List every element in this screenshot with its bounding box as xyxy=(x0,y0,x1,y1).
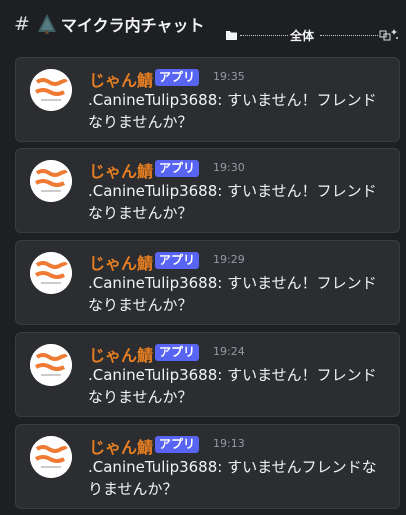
message-content: .CanineTulip3688: すいません！フレンドなりませんか？ xyxy=(88,91,377,131)
app-badge: アプリ xyxy=(155,252,200,269)
message-timestamp: 19:13 xyxy=(213,437,245,450)
message-username[interactable]: じゃん鯖 xyxy=(89,158,153,182)
message-username[interactable]: じゃん鯖 xyxy=(89,250,153,274)
server-logo-avatar[interactable] xyxy=(30,69,72,111)
app-badge: アプリ xyxy=(155,436,200,453)
message-timestamp: 19:35 xyxy=(213,70,245,83)
server-logo-avatar[interactable] xyxy=(30,160,72,202)
server-logo-avatar[interactable] xyxy=(30,344,72,386)
message-content: .CanineTulip3688: すいません！フレンドなりませんか？ xyxy=(88,366,377,406)
message-content: .CanineTulip3688: すいません！フレンドなりませんか？ xyxy=(88,274,377,314)
message-item[interactable]: じゃん鯖 アプリ 19:35 .CanineTulip3688: すいません！フ… xyxy=(15,57,400,142)
message-item[interactable]: じゃん鯖 アプリ 19:24 .CanineTulip3688: すいません！フ… xyxy=(15,332,400,417)
message-item[interactable]: じゃん鯖 アプリ 19:13 .CanineTulip3688: すいませんフレ… xyxy=(15,424,400,509)
message-item[interactable]: じゃん鯖 アプリ 19:30 .CanineTulip3688: すいません！フ… xyxy=(15,148,400,233)
message-item[interactable]: じゃん鯖 アプリ 19:29 .CanineTulip3688: すいません！フ… xyxy=(15,240,400,325)
message-username[interactable]: じゃん鯖 xyxy=(89,434,153,458)
message-username[interactable]: じゃん鯖 xyxy=(89,342,153,366)
message-timestamp: 19:29 xyxy=(213,253,245,266)
app-badge: アプリ xyxy=(155,344,200,361)
server-logo-avatar[interactable] xyxy=(30,252,72,294)
message-content: .CanineTulip3688: すいません！フレンドなりませんか？ xyxy=(88,182,377,222)
message-timestamp: 19:24 xyxy=(213,345,245,358)
app-badge: アプリ xyxy=(155,69,200,86)
message-timestamp: 19:30 xyxy=(213,161,245,174)
server-logo-avatar[interactable] xyxy=(30,436,72,478)
app-badge: アプリ xyxy=(155,160,200,177)
message-list: じゃん鯖 アプリ 19:35 .CanineTulip3688: すいません！フ… xyxy=(0,0,406,515)
message-username[interactable]: じゃん鯖 xyxy=(89,67,153,91)
message-content: .CanineTulip3688: すいませんフレンドなりませんか？ xyxy=(88,458,377,498)
